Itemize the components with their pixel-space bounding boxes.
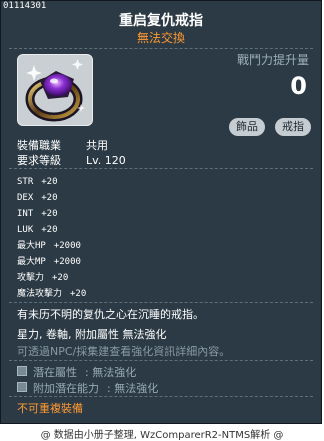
potential-value: : 無法強化 — [107, 382, 159, 395]
stat-name: 最大MP — [17, 257, 46, 267]
stat-name: 最大HP — [17, 241, 46, 251]
stat-row: STR +20 — [17, 174, 86, 190]
category-tag-ring: 戒指 — [275, 118, 311, 136]
enhancement-note: 可透過NPC/採集建查看強化資訊詳細內容。 — [17, 345, 231, 358]
stat-row: 魔法攻擊力 +20 — [17, 286, 86, 302]
divider — [9, 48, 313, 49]
item-tooltip: 01114301 重启复仇戒指 無法交換 戰鬥力提升量 0 飾品 戒指 裝備職業… — [0, 0, 322, 424]
stat-value: +2000 — [53, 257, 81, 267]
stat-value: +20 — [41, 177, 58, 187]
combat-power-label: 戰鬥力提升量 — [236, 53, 309, 67]
footer-credit: @ 数据由小册子整理, WzComparerR2-NTMS解析 @ — [40, 430, 284, 441]
stat-name: 魔法攻擊力 — [17, 289, 63, 299]
additional-potential-row: 附加潛在能力 : 無法強化 — [17, 380, 158, 396]
requirement-value: Lv. 120 — [86, 154, 126, 167]
stat-name: INT — [17, 209, 34, 219]
potential-label: 附加潛在能力 — [33, 382, 99, 395]
divider — [9, 168, 313, 169]
potential-bullet-icon — [17, 366, 27, 376]
stat-name: 攻擊力 — [17, 273, 45, 283]
item-description: 有未历不明的复仇之心在沉睡的戒指。 — [17, 308, 204, 321]
stat-value: +20 — [41, 193, 58, 203]
requirement-job: 裝備職業 共用 — [17, 137, 108, 153]
requirement-label: 要求等級 — [17, 154, 61, 167]
category-tag-accessory: 飾品 — [229, 118, 265, 136]
stat-row: 最大HP +2000 — [17, 238, 86, 254]
divider — [9, 396, 313, 397]
stat-name: STR — [17, 177, 34, 187]
stat-name: DEX — [17, 193, 34, 203]
trade-restriction: 無法交換 — [136, 31, 185, 45]
stat-value: +20 — [41, 225, 58, 235]
stat-row: 最大MP +2000 — [17, 254, 86, 270]
item-title: 重启复仇戒指 — [119, 13, 203, 29]
potential-value: : 無法強化 — [85, 366, 137, 379]
stat-value: +20 — [52, 273, 69, 283]
stat-row: LUK +20 — [17, 222, 86, 238]
stat-value: +2000 — [53, 241, 81, 251]
stat-name: LUK — [17, 225, 34, 235]
stat-row: 攻擊力 +20 — [17, 270, 86, 286]
potential-label: 潛在屬性 — [33, 366, 77, 379]
stat-list: STR +20 DEX +20 INT +20 LUK +20 最大HP +2000 最大… — [17, 174, 86, 302]
divider — [9, 360, 313, 361]
divider — [9, 302, 313, 303]
potential-bullet-icon — [17, 382, 27, 392]
unique-equip-warning: 不可重複裝備 — [17, 402, 83, 415]
item-icon-frame — [17, 54, 93, 126]
purple-gem-ring-icon — [25, 59, 85, 122]
requirement-level: 要求等級 Lv. 120 — [17, 152, 126, 168]
combat-power-value: 0 — [290, 72, 307, 100]
enhancement-properties: 星力, 卷軸, 附加屬性 無法強化 — [17, 328, 167, 341]
potential-row: 潛在屬性 : 無法強化 — [17, 364, 136, 380]
stat-row: DEX +20 — [17, 190, 86, 206]
stat-value: +20 — [70, 289, 87, 299]
stat-value: +20 — [41, 209, 58, 219]
requirement-label: 裝備職業 — [17, 139, 61, 152]
requirement-value: 共用 — [86, 139, 108, 152]
stat-row: INT +20 — [17, 206, 86, 222]
